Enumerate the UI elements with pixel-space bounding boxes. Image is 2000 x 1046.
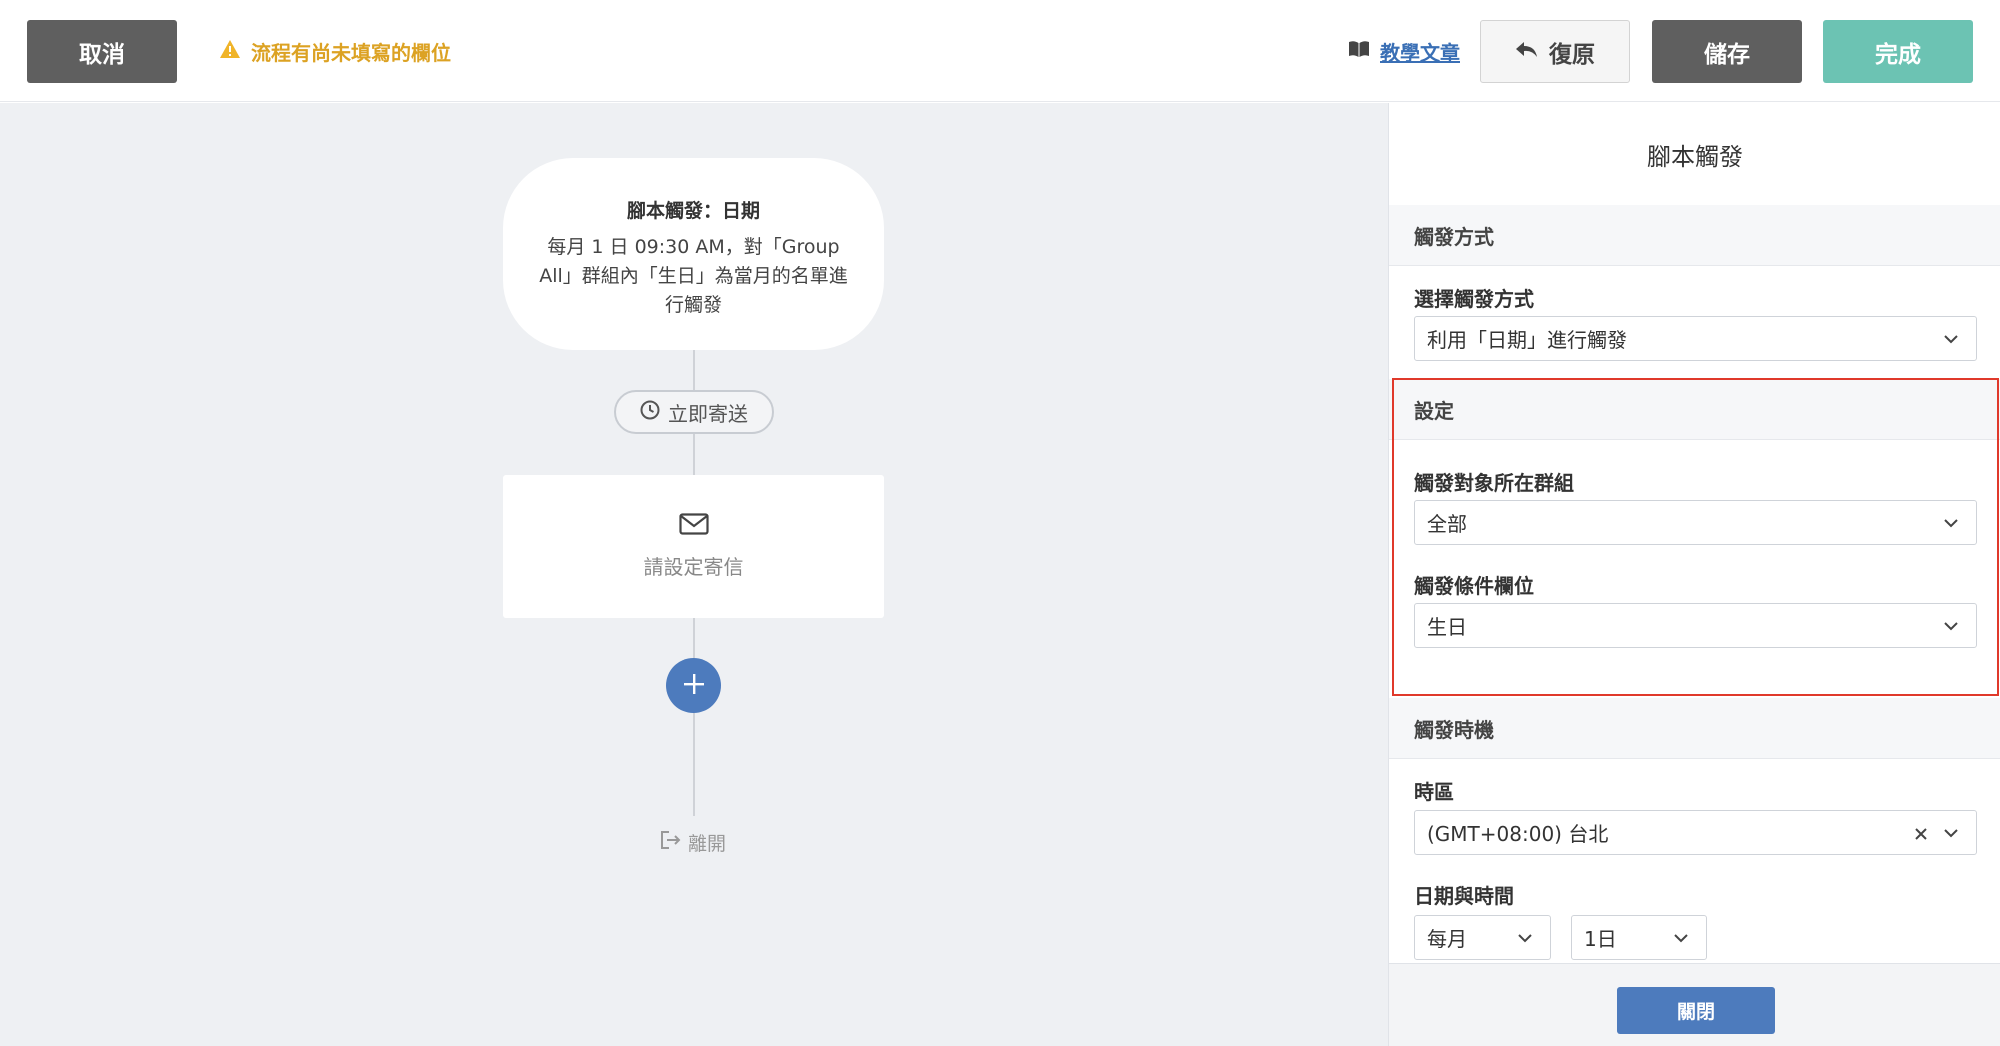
trigger-description: 每月 1 日 09:30 AM，對「Group All」群組內「生日」為當月的名… [539,236,848,316]
warning-icon [219,39,241,64]
plus-icon [683,673,705,699]
chevron-down-icon [1942,616,1960,640]
tutorial-link[interactable]: 教學文章 [1380,37,1460,66]
delay-pill[interactable]: 立即寄送 [614,390,774,434]
connector-line [693,348,695,393]
chevron-down-icon [1942,823,1960,847]
clear-icon[interactable] [1912,824,1930,848]
mail-label: 請設定寄信 [643,555,744,579]
frequency-value: 每月 [1427,927,1467,951]
frequency-select[interactable]: 每月 [1414,915,1551,960]
cancel-button[interactable]: 取消 [27,20,177,83]
top-toolbar: 取消 流程有尚未填寫的欄位 教學文章 復原 儲存 完成 [0,0,2000,102]
clock-icon [640,400,660,425]
chevron-down-icon [1942,513,1960,537]
group-select[interactable]: 全部 [1414,500,1977,545]
save-button[interactable]: 儲存 [1652,20,1802,83]
chevron-down-icon [1672,928,1690,952]
timezone-select[interactable]: (GMT+08:00) 台北 [1414,810,1977,855]
method-select[interactable]: 利用「日期」進行觸發 [1414,316,1977,361]
section-trigger-method: 觸發方式 [1389,205,2000,266]
tutorial-link-group[interactable]: 教學文章 [1348,36,1460,66]
warning-text: 流程有尚未填寫的欄位 [251,40,451,65]
group-label: 觸發對象所在群組 [1414,471,1574,495]
condition-value: 生日 [1427,615,1467,639]
mail-node[interactable]: 請設定寄信 [503,475,884,618]
flow-canvas[interactable]: 腳本觸發：日期 每月 1 日 09:30 AM，對「Group All」群組內「… [0,103,1388,1046]
section-timing: 觸發時機 [1389,698,2000,759]
method-value: 利用「日期」進行觸發 [1427,328,1627,352]
connector-line [693,433,695,477]
connector-line [693,711,695,816]
done-button[interactable]: 完成 [1823,20,1973,83]
exit-node: 離開 [660,829,726,856]
timezone-value: (GMT+08:00) 台北 [1427,822,1609,846]
validation-warning: 流程有尚未填寫的欄位 [219,36,451,66]
delay-label: 立即寄送 [668,401,748,426]
section-settings: 設定 [1389,379,2000,440]
settings-panel: 腳本觸發 觸發方式 選擇觸發方式 利用「日期」進行觸發 設定 觸發對象所在群組 … [1388,103,2000,1046]
envelope-icon [678,513,709,539]
method-label: 選擇觸發方式 [1414,287,1534,311]
day-select[interactable]: 1日 [1571,915,1707,960]
group-value: 全部 [1427,512,1467,536]
condition-label: 觸發條件欄位 [1414,574,1534,598]
panel-title: 腳本觸發 [1647,142,1743,171]
trigger-title: 腳本觸發：日期 [626,200,760,222]
chevron-down-icon [1516,928,1534,952]
exit-label: 離開 [688,833,727,855]
day-value: 1日 [1584,927,1617,951]
trigger-node[interactable]: 腳本觸發：日期 每月 1 日 09:30 AM，對「Group All」群組內「… [503,158,884,350]
datetime-label: 日期與時間 [1414,884,1514,908]
add-step-button[interactable] [666,658,721,713]
connector-line [693,617,695,660]
book-icon [1348,39,1370,63]
chevron-down-icon [1942,329,1960,353]
timezone-label: 時區 [1414,780,1454,804]
close-button[interactable]: 關閉 [1617,987,1775,1034]
exit-icon [660,830,682,855]
restore-label: 復原 [1549,41,1595,68]
restore-button[interactable]: 復原 [1480,20,1630,83]
undo-icon [1515,39,1539,65]
panel-footer: 關閉 [1389,963,2000,1046]
condition-select[interactable]: 生日 [1414,603,1977,648]
